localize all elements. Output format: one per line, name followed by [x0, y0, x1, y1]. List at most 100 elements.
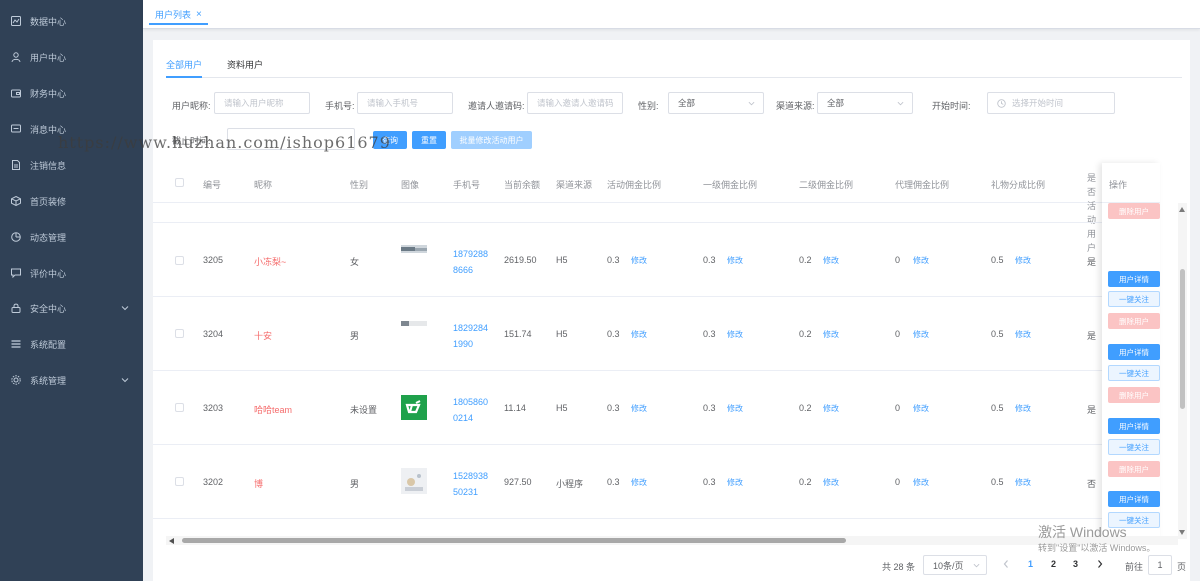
user-detail-button[interactable]: 用户详情	[1108, 491, 1160, 507]
sidebar-item-cancellation[interactable]: 注销信息	[0, 147, 143, 183]
vertical-scrollbar[interactable]	[1178, 203, 1187, 539]
sidebar-item-finance[interactable]: 财务中心	[0, 75, 143, 111]
cell-gender: 女	[350, 257, 360, 267]
cube-icon	[11, 196, 21, 206]
nickname-label: 用户昵称:	[172, 101, 211, 111]
next-page-icon[interactable]	[1096, 559, 1104, 569]
table-header: 编号 昵称 性别 图像 手机号 当前余额 渠道来源 活动佣金比例 一级佣金比例 …	[153, 163, 1103, 253]
page-number-3[interactable]: 3	[1073, 559, 1078, 569]
edit-level1-commission-link[interactable]: 修改	[727, 329, 743, 340]
cell-activity-commission: 0.3	[607, 403, 620, 413]
edit-agent-commission-link[interactable]: 修改	[913, 403, 929, 414]
one-click-follow-button[interactable]: 一键关注	[1108, 291, 1160, 307]
cell-agent-commission: 0	[895, 477, 901, 487]
query-button[interactable]: 查询	[373, 131, 407, 149]
cell-phone[interactable]: 1829284 1990	[453, 320, 488, 352]
delete-user-button[interactable]: 删除用户	[1108, 203, 1160, 219]
edit-level1-commission-link[interactable]: 修改	[727, 403, 743, 414]
one-click-follow-button[interactable]: 一键关注	[1108, 439, 1160, 455]
edit-activity-commission-link[interactable]: 修改	[631, 477, 647, 488]
gender-select[interactable]: 全部	[668, 92, 764, 114]
delete-user-button[interactable]: 删除用户	[1108, 461, 1160, 477]
one-click-follow-button[interactable]: 一键关注	[1108, 365, 1160, 381]
horizontal-scrollbar[interactable]	[166, 536, 1178, 545]
windows-activation-hint: 转到"设置"以激活 Windows。	[1038, 543, 1156, 553]
table-row: 3204 十安 男 1829284 1990 151.74 H5 0.3 修改 0…	[153, 297, 1103, 371]
start-time-picker[interactable]: 选择开始时间	[987, 92, 1115, 114]
tab-user-list[interactable]: 用户列表 ×	[149, 5, 208, 25]
edit-level2-commission-link[interactable]: 修改	[823, 255, 839, 266]
phone-input[interactable]: 请输入手机号	[357, 92, 453, 114]
cell-phone[interactable]: 1528938 50231	[453, 468, 488, 500]
delete-user-button[interactable]: 删除用户	[1108, 387, 1160, 403]
scroll-left-icon[interactable]	[169, 538, 174, 544]
row-checkbox[interactable]	[175, 329, 184, 338]
reset-button[interactable]: 重置	[412, 131, 446, 149]
cell-nickname: 博	[254, 479, 264, 489]
row-checkbox[interactable]	[175, 256, 184, 265]
column-header-balance: 当前余额	[504, 180, 541, 190]
edit-activity-commission-link[interactable]: 修改	[631, 329, 647, 340]
cell-phone[interactable]: 1805860 0214	[453, 394, 488, 426]
edit-agent-commission-link[interactable]: 修改	[913, 329, 929, 340]
sidebar-item-data-center[interactable]: 数据中心	[0, 3, 143, 39]
cell-phone[interactable]: 1879288 8666	[453, 246, 488, 278]
channel-select[interactable]: 全部	[817, 92, 913, 114]
close-icon[interactable]: ×	[196, 9, 202, 20]
sidebar: 数据中心 用户中心 财务中心 消息中心 注销信息 首页装修 动态管理 评价中心 …	[0, 0, 143, 581]
edit-gift-share-link[interactable]: 修改	[1015, 403, 1031, 414]
horizontal-scrollbar-thumb[interactable]	[182, 538, 846, 543]
edit-gift-share-link[interactable]: 修改	[1015, 477, 1031, 488]
sidebar-item-reviews[interactable]: 评价中心	[0, 255, 143, 291]
sidebar-item-system-config[interactable]: 系统配置	[0, 326, 143, 362]
sidebar-item-security[interactable]: 安全中心	[0, 290, 143, 326]
row-checkbox[interactable]	[175, 477, 184, 486]
sidebar-item-label: 财务中心	[30, 88, 67, 99]
edit-agent-commission-link[interactable]: 修改	[913, 477, 929, 488]
scroll-up-icon[interactable]	[1179, 207, 1185, 212]
sidebar-item-home-decoration[interactable]: 首页装修	[0, 183, 143, 219]
column-header-gift-share: 礼物分成比例	[991, 180, 1046, 190]
edit-level2-commission-link[interactable]: 修改	[823, 403, 839, 414]
prev-page-icon[interactable]	[1002, 559, 1010, 569]
user-detail-button[interactable]: 用户详情	[1108, 418, 1160, 434]
cell-level1-commission: 0.3	[703, 255, 716, 265]
page-size-select[interactable]: 10条/页	[923, 555, 987, 575]
delete-user-button[interactable]: 删除用户	[1108, 313, 1160, 329]
edit-agent-commission-link[interactable]: 修改	[913, 255, 929, 266]
edit-activity-commission-link[interactable]: 修改	[631, 255, 647, 266]
edit-level1-commission-link[interactable]: 修改	[727, 255, 743, 266]
tab-profile-users[interactable]: 资料用户	[227, 58, 263, 71]
cell-id: 3205	[203, 255, 224, 265]
end-time-picker[interactable]	[227, 128, 355, 150]
edit-activity-commission-link[interactable]: 修改	[631, 403, 647, 414]
sidebar-item-dynamics[interactable]: 动态管理	[0, 219, 143, 255]
sidebar-item-system-management[interactable]: 系统管理	[0, 362, 143, 398]
page-number-2[interactable]: 2	[1051, 559, 1056, 569]
table-row-partial	[153, 203, 1103, 223]
sidebar-item-messages[interactable]: 消息中心	[0, 111, 143, 147]
user-detail-button[interactable]: 用户详情	[1108, 271, 1160, 287]
nickname-input[interactable]: 请输入用户昵称	[214, 92, 310, 114]
edit-level2-commission-link[interactable]: 修改	[823, 329, 839, 340]
tab-all-users[interactable]: 全部用户	[166, 58, 202, 71]
page-number-1[interactable]: 1	[1028, 559, 1033, 569]
select-all-checkbox[interactable]	[175, 178, 184, 187]
vertical-scrollbar-thumb[interactable]	[1180, 269, 1185, 409]
cell-level2-commission: 0.2	[799, 329, 812, 339]
user-detail-button[interactable]: 用户详情	[1108, 344, 1160, 360]
edit-gift-share-link[interactable]: 修改	[1015, 255, 1031, 266]
row-checkbox[interactable]	[175, 403, 184, 412]
edit-gift-share-link[interactable]: 修改	[1015, 329, 1031, 340]
edit-level1-commission-link[interactable]: 修改	[727, 477, 743, 488]
main-card: 全部用户 资料用户 用户昵称: 请输入用户昵称 手机号: 请输入手机号 邀请人邀…	[153, 40, 1190, 581]
goto-page-input[interactable]: 1	[1148, 555, 1172, 575]
batch-edit-active-button[interactable]: 批量修改活动用户	[451, 131, 532, 149]
edit-level2-commission-link[interactable]: 修改	[823, 477, 839, 488]
scroll-down-icon[interactable]	[1179, 530, 1185, 535]
invite-code-input[interactable]: 请输入邀请人邀请码	[527, 92, 623, 114]
cell-level1-commission: 0.3	[703, 329, 716, 339]
cell-level1-commission: 0.3	[703, 477, 716, 487]
cell-gift-share: 0.5	[991, 255, 1004, 265]
sidebar-item-user-center[interactable]: 用户中心	[0, 39, 143, 75]
